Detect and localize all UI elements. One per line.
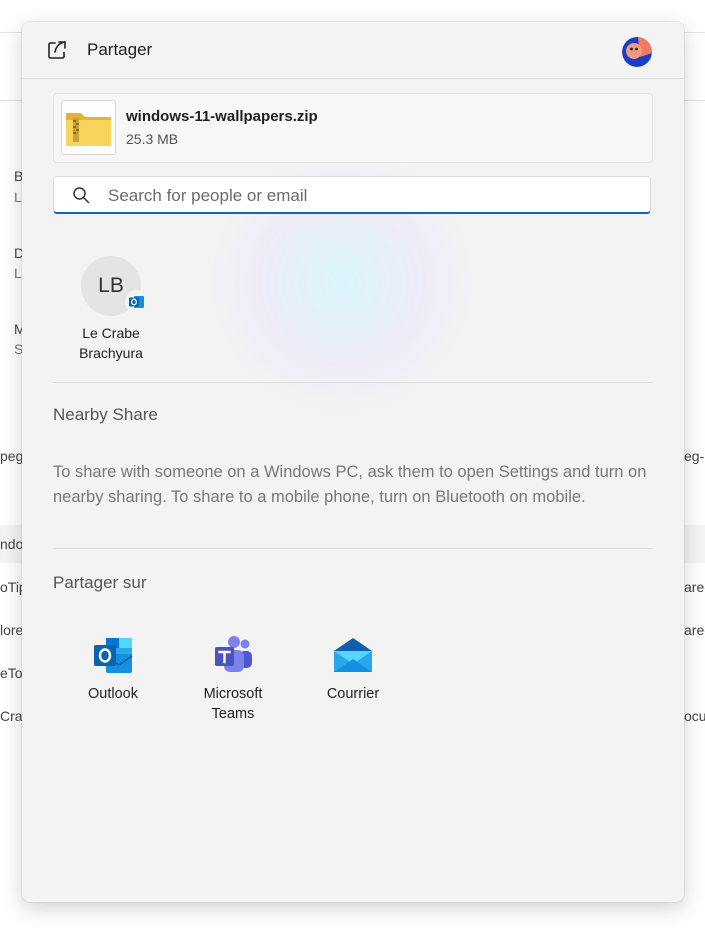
file-thumbnail xyxy=(61,100,116,155)
contact-name-line1: Le Crabe xyxy=(82,325,140,341)
outlook-icon xyxy=(125,290,149,314)
nearby-share-title: Nearby Share xyxy=(53,405,158,424)
bg-text: ocu xyxy=(684,708,705,724)
app-label-line1: Courrier xyxy=(326,686,380,702)
search-icon xyxy=(73,187,90,204)
bg-text: eTo xyxy=(0,665,23,681)
app-label-line1: Microsoft xyxy=(203,686,263,702)
bg-text: are- xyxy=(684,579,705,595)
bg-text: lore xyxy=(0,622,24,638)
app-label: Courrier xyxy=(303,684,403,704)
bg-divider xyxy=(0,100,22,101)
mail-icon xyxy=(334,638,372,672)
bg-divider xyxy=(0,32,22,33)
search-input[interactable] xyxy=(106,181,640,211)
account-avatar[interactable] xyxy=(622,37,652,67)
section-divider xyxy=(53,382,653,383)
share-app-mail[interactable]: Courrier xyxy=(303,634,403,704)
bg-divider xyxy=(684,32,705,33)
avatar-icon xyxy=(622,37,652,67)
file-name: windows-11-wallpapers.zip xyxy=(126,108,318,125)
app-label-line2: Teams xyxy=(211,706,255,722)
share-panel: Partager windows-11-wallpapers.zip 25.3 … xyxy=(22,22,684,902)
panel-title: Partager xyxy=(87,40,153,59)
app-label-line1: Outlook xyxy=(88,686,138,702)
bg-text: peg xyxy=(0,448,24,464)
contact-avatar: LB xyxy=(81,256,149,316)
share-icon xyxy=(48,41,66,59)
share-app-outlook[interactable]: Outlook xyxy=(63,634,163,704)
file-size: 25.3 MB xyxy=(126,131,179,147)
bg-divider xyxy=(684,100,705,101)
contact-le-crabe[interactable]: LB Le Crabe Brachyura xyxy=(66,256,156,363)
contact-initials: LB xyxy=(98,274,124,297)
search-box[interactable] xyxy=(53,176,651,214)
outlook-icon xyxy=(94,638,133,673)
share-app-teams[interactable]: Microsoft Teams xyxy=(183,634,283,724)
zip-folder-icon xyxy=(66,113,111,146)
bg-text: are- xyxy=(684,622,705,638)
contact-name-line2: Brachyura xyxy=(79,345,143,361)
app-label: Microsoft Teams xyxy=(183,684,283,724)
teams-icon xyxy=(215,636,252,672)
app-label: Outlook xyxy=(63,684,163,704)
share-header: Partager xyxy=(22,22,684,79)
bg-text: eg-( xyxy=(684,448,705,464)
nearby-share-description: To share with someone on a Windows PC, a… xyxy=(53,463,647,506)
file-card: windows-11-wallpapers.zip 25.3 MB xyxy=(53,93,653,163)
contact-name: Le Crabe Brachyura xyxy=(66,323,156,363)
share-to-title: Partager sur xyxy=(53,573,147,592)
section-divider xyxy=(53,548,653,549)
